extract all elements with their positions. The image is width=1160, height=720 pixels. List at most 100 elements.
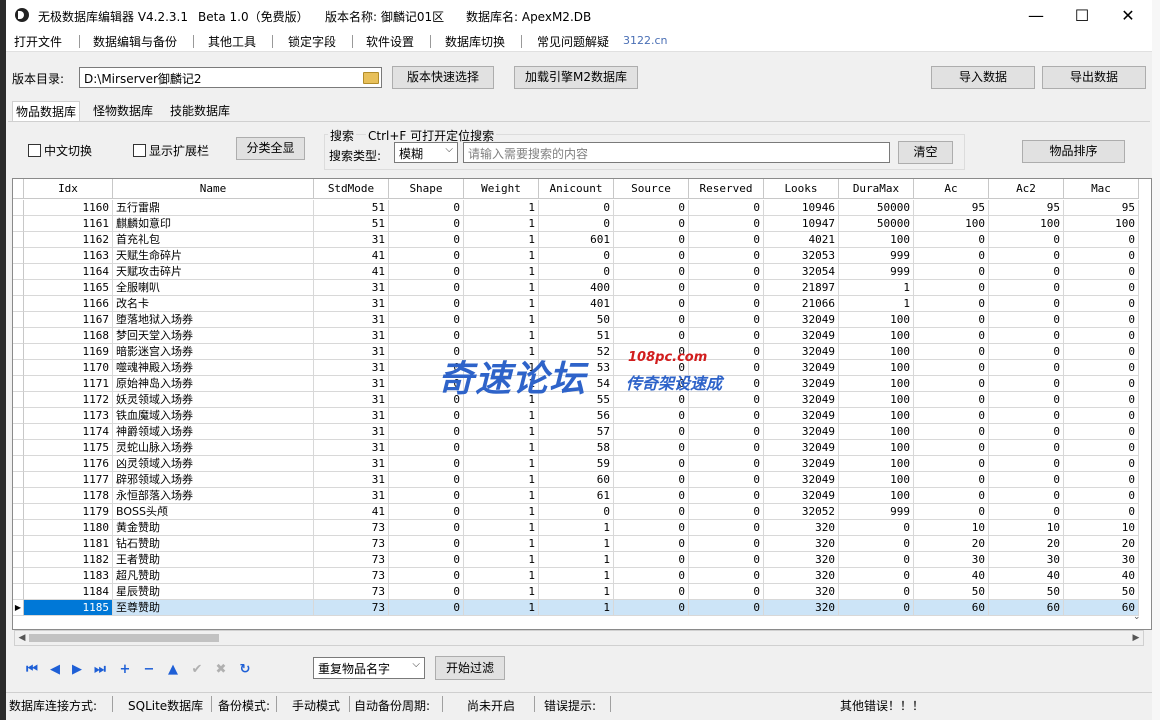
column-header-ac[interactable]: Ac xyxy=(914,179,989,199)
cell-weight[interactable]: 1 xyxy=(464,408,539,424)
cell-reserved[interactable]: 0 xyxy=(689,440,764,456)
cell-duramax[interactable]: 1 xyxy=(839,296,914,312)
cell-duramax[interactable]: 100 xyxy=(839,312,914,328)
cell-anicount[interactable]: 1 xyxy=(539,536,614,552)
cell-anicount[interactable]: 1 xyxy=(539,568,614,584)
row-indicator[interactable] xyxy=(13,456,24,472)
cell-shape[interactable]: 0 xyxy=(389,488,464,504)
cell-idx[interactable]: 1183 xyxy=(24,568,113,584)
cell-ac[interactable]: 0 xyxy=(914,264,989,280)
cell-anicount[interactable]: 54 xyxy=(539,376,614,392)
cell-stdmode[interactable]: 31 xyxy=(314,440,389,456)
cell-ac2[interactable]: 0 xyxy=(989,328,1064,344)
cell-source[interactable]: 0 xyxy=(614,504,689,520)
cell-anicount[interactable]: 601 xyxy=(539,232,614,248)
menu-lock-fields[interactable]: 锁定字段 xyxy=(288,33,336,50)
cell-looks[interactable]: 32049 xyxy=(764,312,839,328)
cell-anicount[interactable]: 58 xyxy=(539,440,614,456)
cell-stdmode[interactable]: 31 xyxy=(314,472,389,488)
item-table[interactable]: Idx Name StdMode Shape Weight Anicount Source R… xyxy=(12,178,1152,630)
cell-shape[interactable]: 0 xyxy=(389,520,464,536)
cell-stdmode[interactable]: 31 xyxy=(314,488,389,504)
table-row[interactable]: 1167 堕落地狱入场券 31 0 1 50 0 0 32049 100 0 0 0 xyxy=(13,312,1139,328)
cell-source[interactable]: 0 xyxy=(614,408,689,424)
delete-record-icon[interactable]: − xyxy=(141,663,157,677)
cell-ac[interactable]: 0 xyxy=(914,312,989,328)
cell-ac[interactable]: 0 xyxy=(914,280,989,296)
cell-shape[interactable]: 0 xyxy=(389,360,464,376)
row-indicator[interactable] xyxy=(13,264,24,280)
cell-ac2[interactable]: 40 xyxy=(989,568,1064,584)
cell-reserved[interactable]: 0 xyxy=(689,200,764,216)
cell-idx[interactable]: 1169 xyxy=(24,344,113,360)
cell-duramax[interactable]: 100 xyxy=(839,440,914,456)
cell-shape[interactable]: 0 xyxy=(389,440,464,456)
cell-reserved[interactable]: 0 xyxy=(689,504,764,520)
cell-name[interactable]: 天赋生命碎片 xyxy=(113,248,314,264)
cell-duramax[interactable]: 0 xyxy=(839,552,914,568)
cell-anicount[interactable]: 1 xyxy=(539,520,614,536)
cell-mac[interactable]: 0 xyxy=(1064,488,1139,504)
cell-stdmode[interactable]: 31 xyxy=(314,232,389,248)
cell-name[interactable]: 灵蛇山脉入场券 xyxy=(113,440,314,456)
row-indicator[interactable] xyxy=(13,296,24,312)
cell-ac[interactable]: 0 xyxy=(914,248,989,264)
scroll-thumb[interactable] xyxy=(29,634,219,642)
import-button[interactable]: 导入数据 xyxy=(931,66,1035,89)
cell-name[interactable]: 黄金赞助 xyxy=(113,520,314,536)
cell-reserved[interactable]: 0 xyxy=(689,600,764,616)
cell-stdmode[interactable]: 31 xyxy=(314,344,389,360)
cell-mac[interactable]: 0 xyxy=(1064,264,1139,280)
cell-duramax[interactable]: 100 xyxy=(839,424,914,440)
column-header-idx[interactable]: Idx xyxy=(24,179,113,199)
cell-looks[interactable]: 21897 xyxy=(764,280,839,296)
export-button[interactable]: 导出数据 xyxy=(1042,66,1146,89)
cell-reserved[interactable]: 0 xyxy=(689,568,764,584)
cell-source[interactable]: 0 xyxy=(614,600,689,616)
site-link[interactable]: 3122.cn xyxy=(623,34,668,47)
cell-looks[interactable]: 10947 xyxy=(764,216,839,232)
tab-skills[interactable]: 技能数据库 xyxy=(167,101,233,121)
cell-ac2[interactable]: 20 xyxy=(989,536,1064,552)
current-row-indicator-icon[interactable]: ▶ xyxy=(13,600,24,616)
cell-stdmode[interactable]: 41 xyxy=(314,504,389,520)
close-button[interactable]: ✕ xyxy=(1105,0,1151,31)
cell-shape[interactable]: 0 xyxy=(389,216,464,232)
cell-shape[interactable]: 0 xyxy=(389,296,464,312)
load-engine-button[interactable]: 加载引擎M2数据库 xyxy=(514,66,638,89)
cell-idx[interactable]: 1184 xyxy=(24,584,113,600)
cell-shape[interactable]: 0 xyxy=(389,344,464,360)
row-indicator[interactable] xyxy=(13,248,24,264)
cell-source[interactable]: 0 xyxy=(614,280,689,296)
row-indicator[interactable] xyxy=(13,344,24,360)
cell-name[interactable]: 麒麟如意印 xyxy=(113,216,314,232)
table-row[interactable]: 1171 原始神岛入场券 31 0 1 54 0 0 32049 100 0 0 0 xyxy=(13,376,1139,392)
cell-shape[interactable]: 0 xyxy=(389,200,464,216)
cell-weight[interactable]: 1 xyxy=(464,296,539,312)
cell-name[interactable]: 暗影迷宫入场券 xyxy=(113,344,314,360)
minimize-button[interactable]: — xyxy=(1013,0,1059,31)
table-row[interactable]: 1173 铁血魔域入场券 31 0 1 56 0 0 32049 100 0 0 0 xyxy=(13,408,1139,424)
cell-looks[interactable]: 320 xyxy=(764,536,839,552)
cell-weight[interactable]: 1 xyxy=(464,600,539,616)
cell-idx[interactable]: 1177 xyxy=(24,472,113,488)
cell-ac2[interactable]: 10 xyxy=(989,520,1064,536)
cell-source[interactable]: 0 xyxy=(614,200,689,216)
cell-ac[interactable]: 50 xyxy=(914,584,989,600)
cell-duramax[interactable]: 999 xyxy=(839,264,914,280)
cell-source[interactable]: 0 xyxy=(614,552,689,568)
cell-ac2[interactable]: 0 xyxy=(989,264,1064,280)
cell-name[interactable]: 星辰赞助 xyxy=(113,584,314,600)
up-record-icon[interactable]: ▲ xyxy=(165,663,181,677)
cell-ac[interactable]: 40 xyxy=(914,568,989,584)
cell-reserved[interactable]: 0 xyxy=(689,584,764,600)
cell-ac2[interactable]: 0 xyxy=(989,392,1064,408)
cell-name[interactable]: BOSS头颅 xyxy=(113,504,314,520)
cell-reserved[interactable]: 0 xyxy=(689,280,764,296)
cell-source[interactable]: 0 xyxy=(614,296,689,312)
cell-ac2[interactable]: 0 xyxy=(989,232,1064,248)
row-indicator[interactable] xyxy=(13,216,24,232)
cell-reserved[interactable]: 0 xyxy=(689,488,764,504)
scroll-down-icon[interactable]: ⌄ xyxy=(1133,612,1141,622)
cell-shape[interactable]: 0 xyxy=(389,424,464,440)
